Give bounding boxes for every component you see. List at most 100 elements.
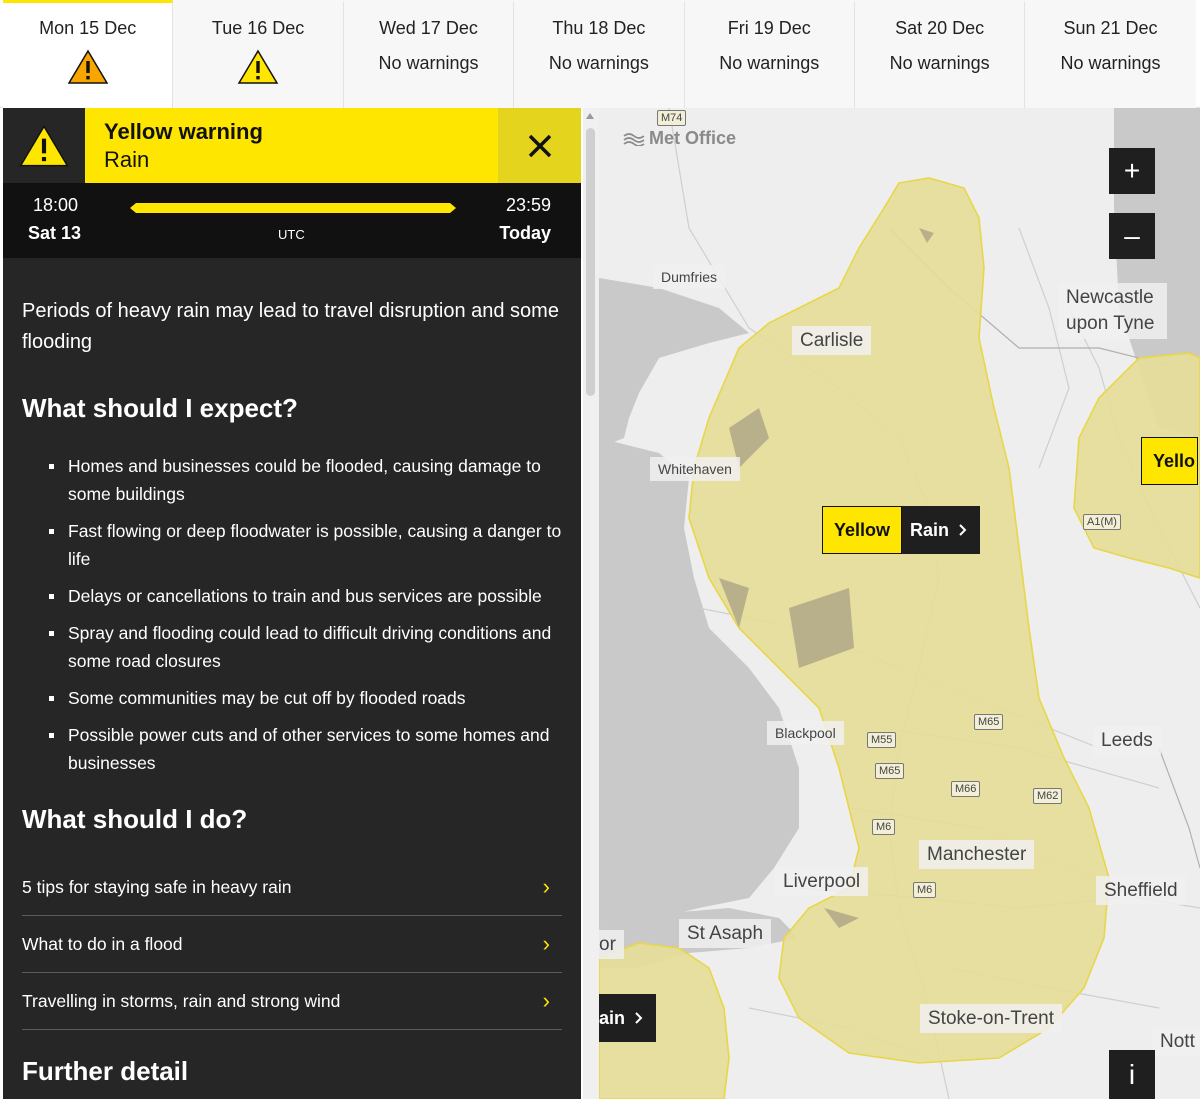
- tab-sat-20-dec[interactable]: Sat 20 Dec No warnings: [854, 0, 1026, 108]
- do-heading: What should I do?: [22, 804, 248, 834]
- chevron-right-icon: ›: [542, 931, 550, 956]
- list-item: Some communities may be cut off by flood…: [49, 684, 562, 712]
- start-time: 18:00: [33, 195, 79, 215]
- advice-link-flood[interactable]: What to do in a flood ›: [22, 916, 562, 973]
- zoom-in-button[interactable]: +: [1109, 148, 1155, 194]
- tab-date: Fri 19 Dec: [727, 18, 811, 38]
- scrollbar-thumb[interactable]: [586, 128, 595, 396]
- place-label-nottingham: Nott: [1152, 1027, 1200, 1056]
- warning-level: Yello: [1141, 437, 1199, 485]
- tab-mon-15-dec[interactable]: Mon 15 Dec: [3, 0, 174, 108]
- warning-level: Yellow: [822, 506, 903, 554]
- tab-fri-19-dec[interactable]: Fri 19 Dec No warnings: [684, 0, 855, 108]
- place-label-manchester: Manchester: [919, 840, 1035, 869]
- advice-links: 5 tips for staying safe in heavy rain › …: [22, 859, 562, 1030]
- warning-content: Periods of heavy rain may lead to travel…: [3, 258, 581, 1087]
- warning-pill-yellow-partial[interactable]: Yello: [1141, 437, 1199, 485]
- warnings-map[interactable]: Met Office M74 A1(M) M65 M55 M65 M66 M62…: [599, 108, 1200, 1099]
- place-label-dumfries: Dumfries: [653, 265, 726, 289]
- tab-date: Wed 17 Dec: [379, 18, 478, 38]
- map-info-button[interactable]: i: [1109, 1050, 1155, 1099]
- warning-pill-rain-partial[interactable]: ain: [599, 994, 657, 1042]
- scroll-up-arrow-icon[interactable]: [586, 113, 594, 119]
- expect-heading: What should I expect?: [22, 393, 298, 423]
- tab-date: Sat 20 Dec: [895, 18, 985, 38]
- list-item: Possible power cuts and of other service…: [49, 721, 562, 777]
- end-day: Today: [499, 223, 551, 243]
- warning-pill-type: ain: [599, 994, 657, 1042]
- warning-title: Yellow warning: [104, 119, 263, 144]
- place-label-whitehaven: Whitehaven: [650, 457, 740, 481]
- tab-sun-21-dec[interactable]: Sun 21 Dec No warnings: [1025, 0, 1196, 108]
- warning-header: Yellow warning Rain: [3, 108, 581, 183]
- met-office-logo-icon: [623, 132, 645, 146]
- road-label-m62: M62: [1033, 788, 1063, 804]
- tab-status: No warnings: [889, 53, 990, 73]
- warning-type-label: ain: [599, 1007, 626, 1028]
- warning-triangle-icon: [237, 49, 279, 84]
- list-item: Homes and businesses could be flooded, c…: [49, 452, 562, 508]
- tab-date: Mon 15 Dec: [39, 18, 137, 38]
- warning-summary: Periods of heavy rain may lead to travel…: [22, 300, 559, 353]
- tab-status: No warnings: [1060, 53, 1161, 73]
- place-label-newcastle: Newcastle upon Tyne: [1058, 283, 1167, 339]
- place-label-leeds: Leeds: [1093, 726, 1161, 755]
- expect-list: Homes and businesses could be flooded, c…: [49, 452, 562, 777]
- advice-link-label: 5 tips for staying safe in heavy rain: [22, 876, 292, 897]
- tab-date: Thu 18 Dec: [552, 18, 646, 38]
- chevron-right-icon: [635, 1012, 643, 1024]
- tab-thu-18-dec[interactable]: Thu 18 Dec No warnings: [514, 0, 685, 108]
- tab-status: No warnings: [548, 53, 649, 73]
- chevron-right-icon: ›: [542, 874, 550, 899]
- road-label-a1m: A1(M): [1083, 514, 1121, 530]
- tab-wed-17-dec[interactable]: Wed 17 Dec No warnings: [343, 0, 515, 108]
- advice-link-label: What to do in a flood: [22, 933, 183, 954]
- place-label-blackpool: Blackpool: [767, 721, 844, 745]
- start-day: Sat 13: [28, 223, 82, 243]
- day-tabs: Mon 15 Dec Tue 16 Dec Wed 17 Dec No warn…: [0, 0, 1200, 108]
- warning-triangle-icon: [67, 49, 109, 84]
- place-label-sheffield: Sheffield: [1096, 876, 1186, 905]
- app-root: Mon 15 Dec Tue 16 Dec Wed 17 Dec No warn…: [0, 0, 1200, 1099]
- road-label-m65: M65: [974, 714, 1004, 730]
- road-label-m65: M65: [875, 763, 905, 779]
- warning-type-label: Rain: [910, 519, 950, 540]
- met-office-brand: Met Office: [649, 128, 737, 148]
- warning-panel[interactable]: Yellow warning Rain 18:00 Sat 13 UTC 23:…: [3, 108, 581, 1099]
- warning-type: Rain: [104, 147, 150, 172]
- tab-tue-16-dec[interactable]: Tue 16 Dec: [173, 0, 344, 108]
- close-button[interactable]: [498, 108, 581, 183]
- further-detail-heading: Further detail: [22, 1056, 189, 1086]
- advice-link-label: Travelling in storms, rain and strong wi…: [22, 990, 341, 1011]
- advice-link-travel[interactable]: Travelling in storms, rain and strong wi…: [22, 973, 562, 1030]
- timezone-label: UTC: [278, 227, 305, 242]
- place-label-carlisle: Carlisle: [792, 326, 872, 355]
- list-item: Delays or cancellations to train and bus…: [49, 582, 562, 610]
- warning-pill-yellow-rain[interactable]: Yellow Rain: [822, 506, 981, 554]
- warning-titles: Yellow warning Rain: [85, 108, 498, 183]
- warning-icon-box: [3, 108, 85, 183]
- tab-status: No warnings: [719, 53, 820, 73]
- warning-triangle-icon: [19, 124, 69, 166]
- chevron-right-icon: ›: [542, 988, 550, 1013]
- road-label-m66: M66: [951, 781, 981, 797]
- road-label-m6: M6: [913, 882, 937, 898]
- warning-pill-type: Rain: [902, 506, 981, 554]
- warning-duration-bar: [130, 203, 456, 213]
- road-label-m6: M6: [872, 819, 896, 835]
- place-label-liverpool: Liverpool: [775, 867, 869, 896]
- zoom-out-button[interactable]: –: [1109, 213, 1155, 259]
- list-item: Spray and flooding could lead to difficu…: [49, 619, 562, 675]
- advice-link-heavy-rain[interactable]: 5 tips for staying safe in heavy rain ›: [22, 859, 562, 916]
- tab-date: Tue 16 Dec: [211, 18, 305, 38]
- place-label-partial: or: [599, 930, 624, 959]
- place-label-stoke-on-trent: Stoke-on-Trent: [920, 1004, 1063, 1033]
- road-label-m74: M74: [657, 110, 687, 126]
- list-item: Fast flowing or deep floodwater is possi…: [49, 517, 562, 573]
- road-label-m55: M55: [867, 732, 897, 748]
- tab-status: No warnings: [378, 53, 479, 73]
- end-time: 23:59: [505, 195, 551, 215]
- warning-time-bar: 18:00 Sat 13 UTC 23:59 Today: [3, 183, 581, 258]
- tab-date: Sun 21 Dec: [1063, 18, 1158, 38]
- chevron-right-icon: [959, 524, 967, 536]
